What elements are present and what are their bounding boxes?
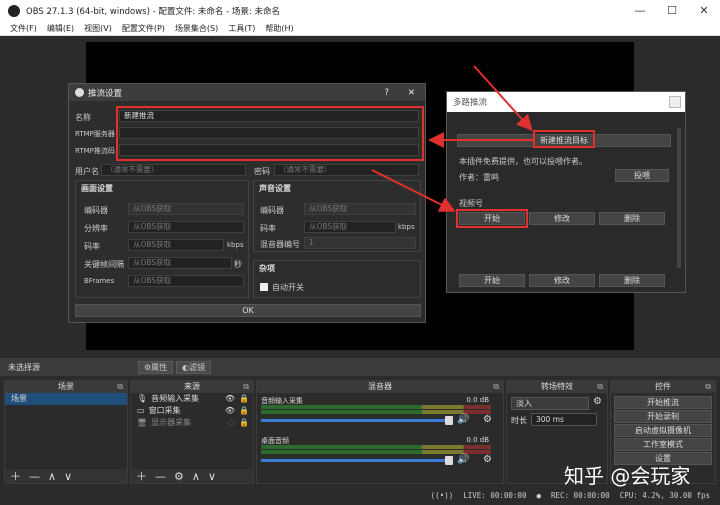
arrow-to-start: [371, 169, 456, 212]
annotation-arrows: [371, 65, 534, 212]
arrow-to-new-target: [473, 65, 533, 131]
watermark-text: 知乎 @会玩家: [564, 464, 691, 488]
